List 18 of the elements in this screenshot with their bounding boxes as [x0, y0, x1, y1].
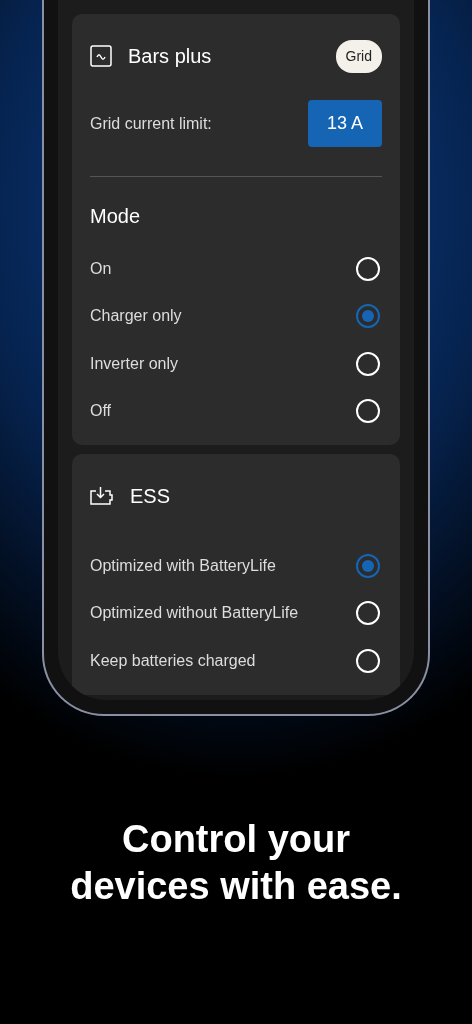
current-limit-button[interactable]: 13 A — [308, 100, 382, 147]
caption: Control your devices with ease. — [69, 817, 403, 909]
ac-wave-icon — [90, 45, 112, 67]
section-title: ESS — [130, 484, 171, 509]
radio-button[interactable] — [356, 553, 380, 578]
device-title: Bars plus — [128, 44, 212, 69]
option-label: Inverter only — [90, 353, 179, 374]
option-label: Charger only — [90, 306, 182, 327]
option-label: Optimized with BatteryLife — [90, 555, 276, 576]
limit-label: Grid current limit: — [90, 113, 212, 134]
grid-tag: Grid — [335, 39, 382, 73]
option-label: Optimized without BatteryLife — [90, 603, 299, 624]
radio-button[interactable] — [356, 304, 380, 329]
section-title: Mode — [90, 204, 142, 229]
option-label: Keep batteries charged — [90, 650, 256, 671]
option-label: On — [90, 258, 112, 279]
option-label: Off — [90, 401, 112, 422]
battery-download-icon — [90, 486, 114, 506]
